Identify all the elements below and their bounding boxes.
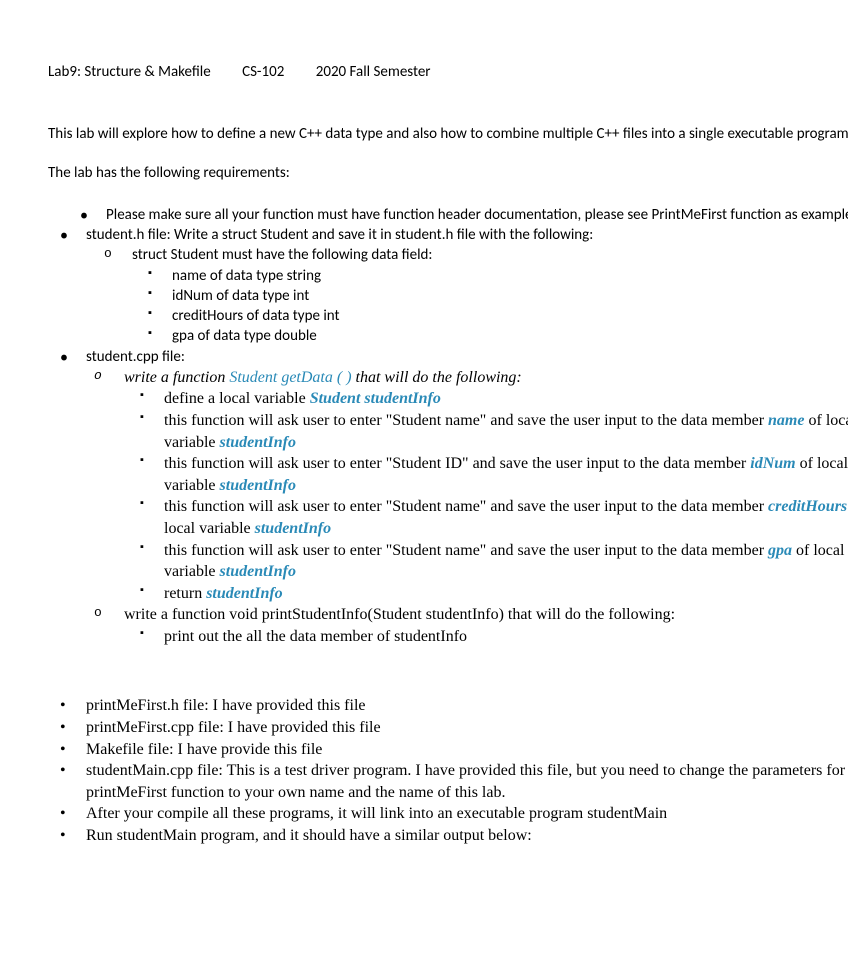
file-studentmain-cpp: studentMain.cpp file: This is a test dri… (48, 760, 848, 803)
getdata-ask-name: this function will ask user to enter "St… (124, 410, 848, 453)
requirement-list: Please make sure all your function must … (48, 205, 848, 648)
printstudentinfo-desc: print out the all the data member of stu… (124, 626, 848, 648)
doc-header: Lab9: Structure & Makefile CS-102 2020 F… (48, 62, 848, 82)
req-student-h: student.h file: Write a struct Student a… (48, 225, 848, 347)
course-code: CS-102 (242, 63, 284, 81)
getdata-ask-gpa: this function will ask user to enter "St… (124, 540, 848, 583)
run-note: Run studentMain program, and it should h… (48, 825, 848, 847)
field-credithours: creditHours of data type int (132, 306, 848, 326)
getdata-fn: write a function Student getData ( ) tha… (86, 367, 848, 605)
field-gpa: gpa of data type double (132, 326, 848, 346)
req-doc-header: Please make sure all your function must … (48, 205, 848, 225)
req-text: student.h file: Write a struct Student a… (86, 226, 593, 244)
files-list: printMeFirst.h file: I have provided thi… (48, 695, 848, 846)
req-text: student.cpp file: (86, 348, 185, 366)
file-makefile: Makefile file: I have provide this file (48, 739, 848, 761)
getdata-ask-id: this function will ask user to enter "St… (124, 453, 848, 496)
field-idnum: idNum of data type int (132, 286, 848, 306)
fn-signature: Student getData ( ) (229, 369, 351, 386)
file-printmefirst-h: printMeFirst.h file: I have provided thi… (48, 695, 848, 717)
student-struct-fields: struct Student must have the following d… (86, 245, 848, 346)
sub-text: struct Student must have the following d… (132, 246, 432, 264)
term: 2020 Fall Semester (316, 63, 431, 81)
getdata-return: return studentInfo (124, 583, 848, 605)
intro-paragraph-1: This lab will explore how to define a ne… (48, 124, 848, 144)
file-printmefirst-cpp: printMeFirst.cpp file: I have provided t… (48, 717, 848, 739)
printstudentinfo-fn: write a function void printStudentInfo(S… (86, 604, 848, 647)
intro-paragraph-2: The lab has the following requirements: (48, 163, 848, 183)
lab-title: Lab9: Structure & Makefile (48, 63, 211, 81)
compile-note: After your compile all these programs, i… (48, 803, 848, 825)
req-text: Please make sure all your function must … (106, 206, 848, 224)
getdata-ask-credithours: this function will ask user to enter "St… (124, 496, 848, 539)
field-name: name of data type string (132, 266, 848, 286)
req-student-cpp: student.cpp file: write a function Stude… (48, 347, 848, 648)
getdata-define-local: define a local variable Student studentI… (124, 388, 848, 410)
